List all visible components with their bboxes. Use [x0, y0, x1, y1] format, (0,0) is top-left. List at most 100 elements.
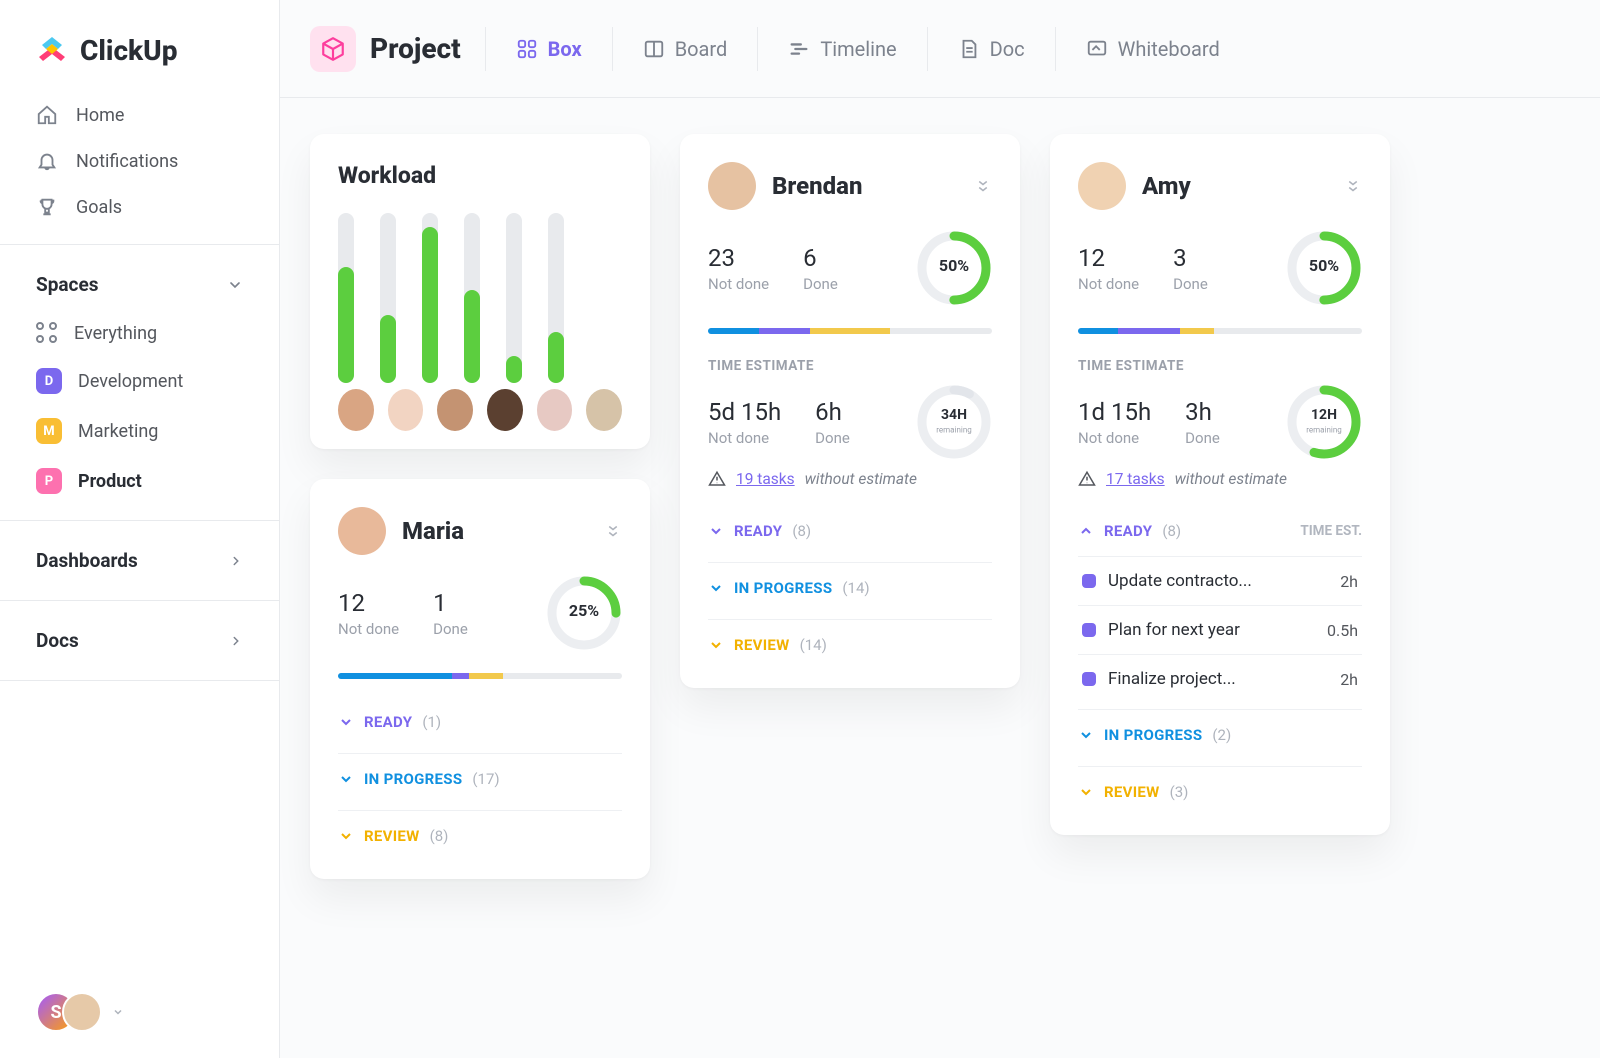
space-item-everything[interactable]: Everything [18, 310, 261, 356]
task-row[interactable]: Finalize project... 2h [1078, 654, 1362, 703]
chevron-icon [708, 580, 724, 596]
view-tab-doc[interactable]: Doc [952, 33, 1031, 65]
nav-label: Notifications [76, 151, 178, 172]
chevron-right-icon [229, 634, 243, 648]
status-row-review[interactable]: REVIEW (3) [1078, 766, 1362, 817]
progress-ring: 25% [546, 575, 622, 651]
not-done-value: 12 [1078, 244, 1139, 272]
status-count: (8) [1162, 522, 1181, 540]
status-row-review[interactable]: REVIEW (8) [338, 810, 622, 861]
workload-bar [548, 213, 564, 383]
status-row-inprog[interactable]: IN PROGRESS (17) [338, 753, 622, 804]
status-name: REVIEW [364, 827, 420, 845]
collapse-icon[interactable] [604, 522, 622, 540]
user-switcher[interactable]: S [0, 966, 279, 1058]
time-ring: 12H remaining [1286, 384, 1362, 460]
task-row[interactable]: Plan for next year 0.5h [1078, 605, 1362, 654]
space-label: Development [78, 371, 183, 392]
progress-segments [708, 328, 992, 334]
trophy-icon [36, 196, 58, 218]
sidebar-section-dashboards[interactable]: Dashboards [0, 535, 279, 586]
person-card-amy: Amy 12Not done 3Done 50% TIME ESTIMATE 1… [1050, 134, 1390, 835]
chevron-icon [708, 637, 724, 653]
status-square-icon [1082, 672, 1096, 686]
collapse-icon[interactable] [974, 177, 992, 195]
nav-primary: Home Notifications Goals [0, 92, 279, 230]
status-count: (8) [792, 522, 811, 540]
cube-icon [310, 26, 356, 72]
time-estimate-label: TIME ESTIMATE [708, 358, 992, 374]
status-row-review[interactable]: REVIEW (14) [708, 619, 992, 670]
status-row-ready[interactable]: READY (8) [708, 506, 992, 556]
status-square-icon [1082, 623, 1096, 637]
avatar[interactable] [537, 389, 573, 431]
avatar[interactable] [1078, 162, 1126, 210]
view-label: Timeline [820, 37, 896, 61]
nav-item-goals[interactable]: Goals [18, 184, 261, 230]
status-count: (3) [1170, 783, 1189, 801]
avatar[interactable] [437, 389, 473, 431]
space-item-development[interactable]: DDevelopment [18, 356, 261, 406]
status-square-icon [1082, 574, 1096, 588]
sidebar-section-docs[interactable]: Docs [0, 615, 279, 666]
avatar[interactable] [338, 389, 374, 431]
te-done-value: 6h [815, 398, 850, 426]
topbar: Project Box Board Timeline Doc Whiteboar… [280, 0, 1600, 98]
svg-text:12H: 12H [1311, 407, 1337, 423]
progress-segments [338, 673, 622, 679]
warn-link[interactable]: 17 tasks [1106, 470, 1165, 488]
whiteboard-icon [1086, 38, 1108, 60]
avatar [62, 992, 102, 1032]
spaces-header[interactable]: Spaces [0, 259, 279, 310]
everything-icon [36, 322, 58, 344]
view-label: Whiteboard [1118, 37, 1220, 61]
avatar[interactable] [487, 389, 523, 431]
status-row-ready[interactable]: READY (1) [338, 697, 622, 747]
workload-avatars [338, 389, 622, 431]
not-done-value: 23 [708, 244, 769, 272]
avatar[interactable] [338, 507, 386, 555]
logo[interactable]: ClickUp [0, 0, 279, 92]
space-item-marketing[interactable]: MMarketing [18, 406, 261, 456]
workload-bar [422, 213, 438, 383]
collapse-icon[interactable] [1344, 177, 1362, 195]
warn-link[interactable]: 19 tasks [736, 470, 795, 488]
space-label: Everything [74, 323, 157, 344]
spaces-header-label: Spaces [36, 273, 98, 296]
nav-item-home[interactable]: Home [18, 92, 261, 138]
status-row-inprog[interactable]: IN PROGRESS (2) [1078, 709, 1362, 760]
doc-icon [958, 38, 980, 60]
view-tab-timeline[interactable]: Timeline [782, 33, 902, 65]
project-chip[interactable]: Project [310, 26, 461, 72]
chevron-icon [1078, 784, 1094, 800]
clickup-logo-icon [34, 32, 70, 68]
chevron-right-icon [229, 554, 243, 568]
box-icon [516, 38, 538, 60]
avatar[interactable] [708, 162, 756, 210]
status-name: REVIEW [734, 636, 790, 654]
avatar[interactable] [388, 389, 424, 431]
space-item-product[interactable]: PProduct [18, 456, 261, 506]
view-label: Box [548, 37, 582, 61]
status-row-ready[interactable]: READY (8) TIME EST. [1078, 506, 1362, 556]
person-name: Brendan [772, 172, 862, 200]
time-est-header: TIME EST. [1300, 523, 1362, 539]
done-value: 6 [803, 244, 838, 272]
nav-item-notifications[interactable]: Notifications [18, 138, 261, 184]
avatar[interactable] [586, 389, 622, 431]
view-tab-board[interactable]: Board [637, 33, 734, 65]
home-icon [36, 104, 58, 126]
progress-ring: 50% [1286, 230, 1362, 306]
chevron-icon [1078, 523, 1094, 539]
status-row-inprog[interactable]: IN PROGRESS (14) [708, 562, 992, 613]
main: Project Box Board Timeline Doc Whiteboar… [280, 0, 1600, 1058]
status-name: READY [734, 522, 782, 540]
task-row[interactable]: Update contracto... 2h [1078, 556, 1362, 605]
task-title: Update contracto... [1108, 571, 1328, 591]
te-done-value: 3h [1185, 398, 1220, 426]
view-tab-whiteboard[interactable]: Whiteboard [1080, 33, 1226, 65]
chevron-down-icon [227, 277, 243, 293]
view-tab-box[interactable]: Box [510, 33, 588, 65]
warning-icon [708, 470, 726, 488]
estimate-warning: 17 tasks without estimate [1078, 470, 1362, 488]
